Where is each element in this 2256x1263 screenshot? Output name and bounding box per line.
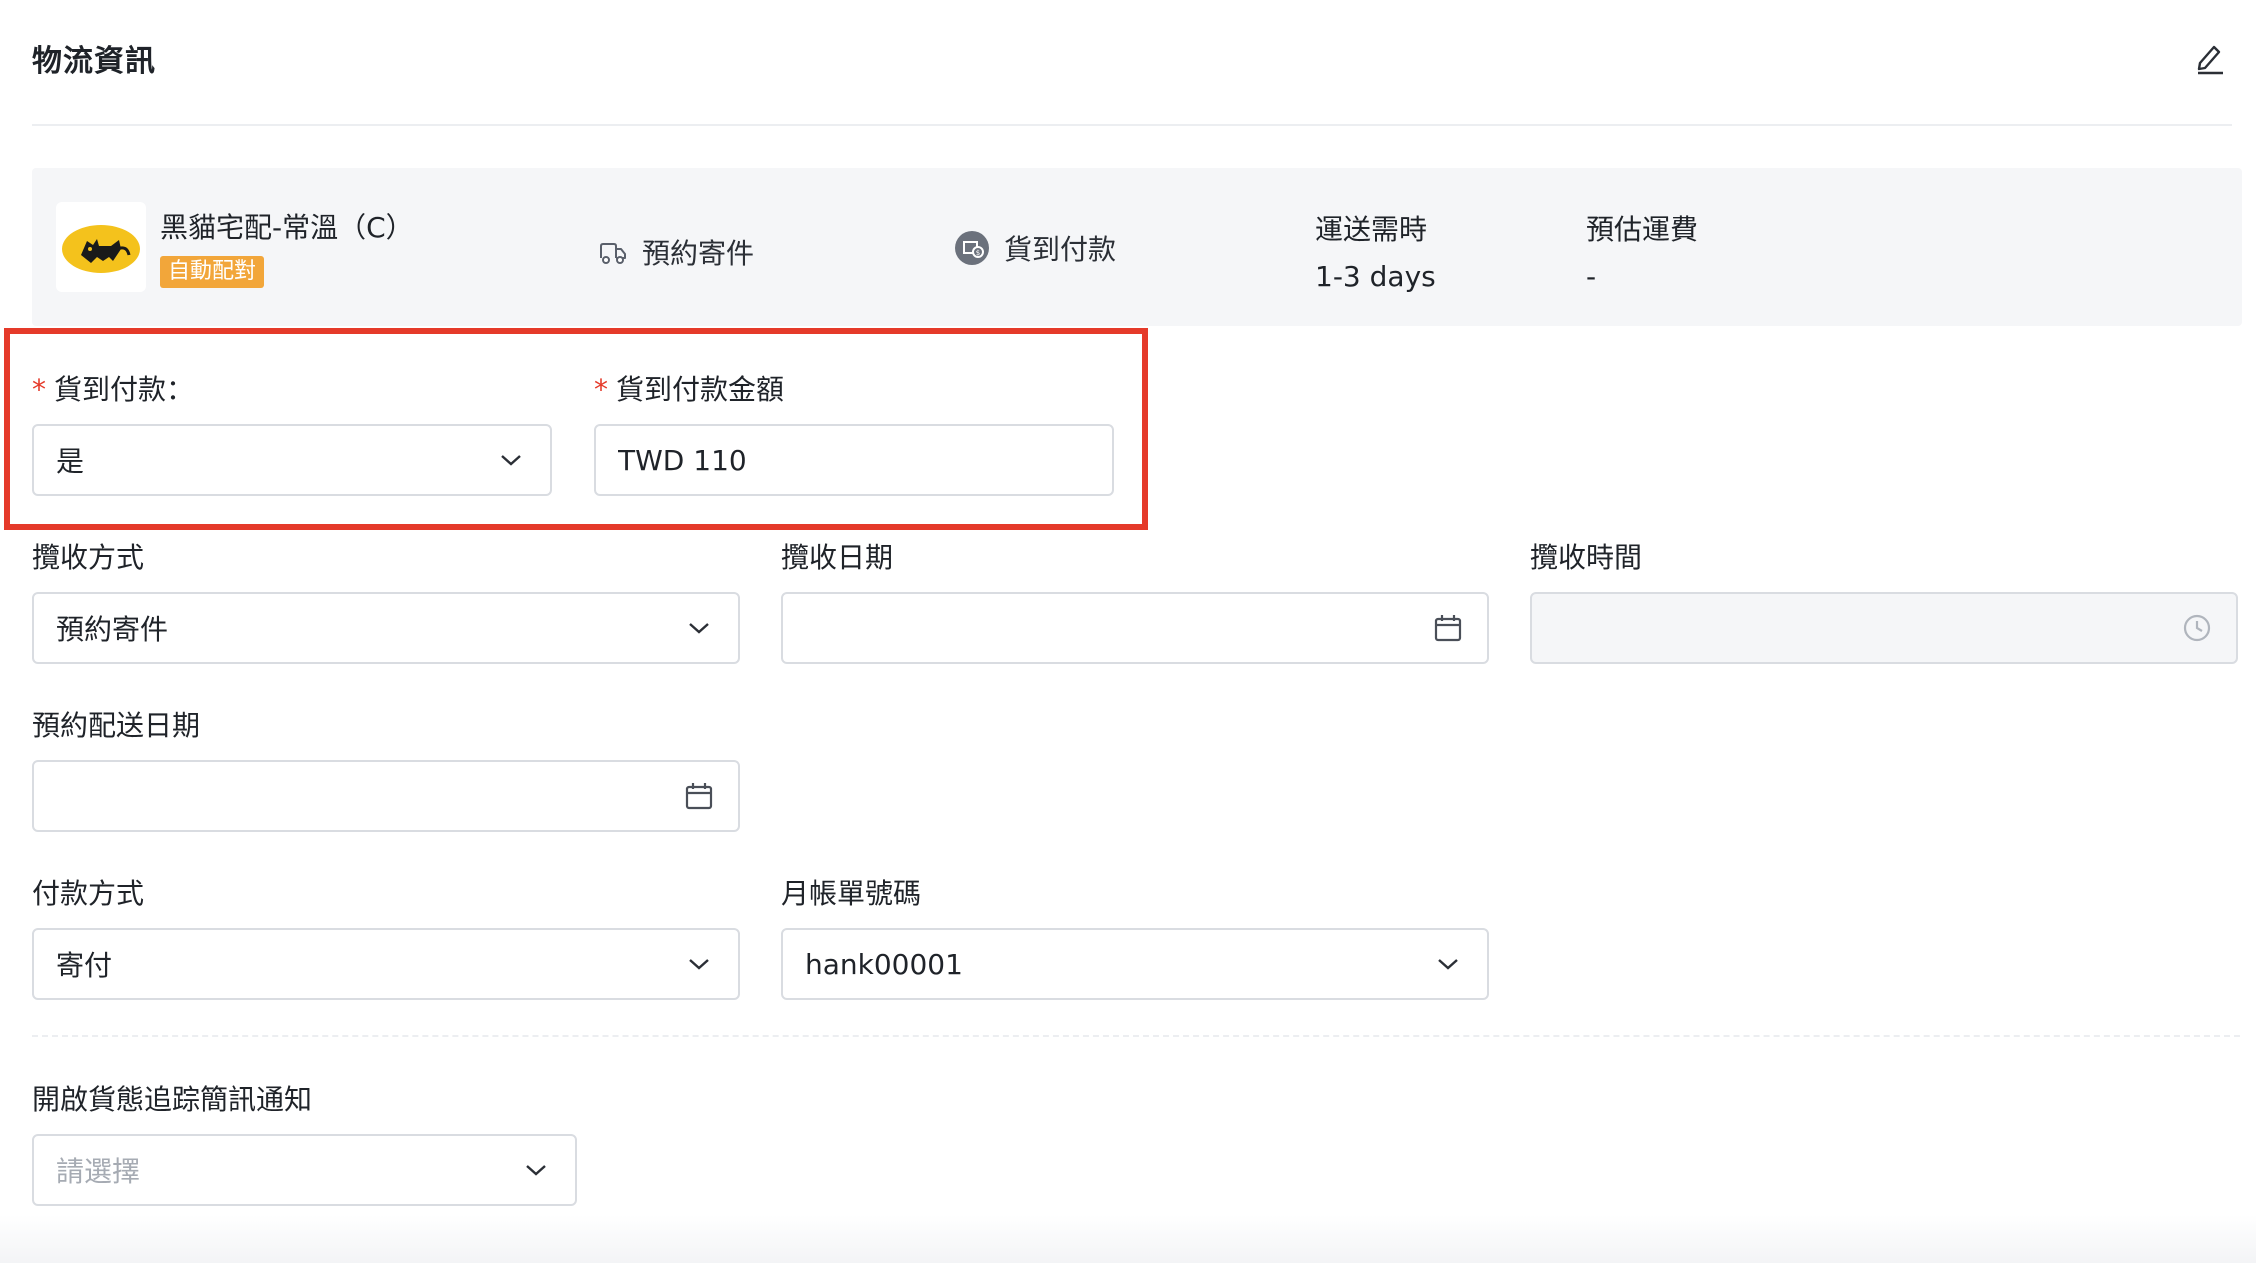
logistics-info-page: 物流資訊 黑貓宅配-常溫（C） 自動配對 預約寄件 $ 貨到付款 運送需時 1-…: [0, 0, 2256, 1263]
svg-text:$: $: [976, 249, 980, 257]
payment-text: 貨到付款: [1004, 233, 1117, 266]
monthly-account-label: 月帳單號碼: [781, 877, 922, 910]
cod-amount-label: * 貨到付款金額: [594, 373, 785, 406]
section-title: 物流資訊: [32, 44, 156, 79]
required-mark: *: [32, 373, 46, 406]
payment-info: $ 貨到付款: [954, 228, 1116, 268]
auto-match-badge: 自動配對: [160, 256, 265, 288]
pickup-method-select[interactable]: 預約寄件: [32, 592, 740, 664]
calendar-icon: [1431, 611, 1465, 645]
carrier-card: 黑貓宅配-常溫（C） 自動配對 預約寄件 $ 貨到付款 運送需時 1-3 day…: [32, 168, 2242, 326]
pickup-type-info: 預約寄件: [598, 232, 754, 272]
cod-amount-input[interactable]: TWD 110: [594, 424, 1114, 496]
cod-icon: $: [955, 231, 989, 265]
chevron-down-icon: [1431, 947, 1465, 981]
chevron-down-icon: [682, 947, 716, 981]
edit-button[interactable]: [2188, 36, 2232, 80]
cod-label: * 貨到付款：: [32, 373, 195, 406]
delivery-date-picker[interactable]: [32, 760, 740, 832]
delivery-time-info: 運送需時 1-3 days: [1315, 208, 1436, 293]
pickup-method-label: 攬收方式: [32, 541, 145, 574]
clock-icon: [2180, 611, 2214, 645]
fee-value: -: [1586, 260, 1597, 293]
section-divider: [32, 1035, 2240, 1037]
pickup-time-label: 攬收時間: [1530, 541, 1643, 574]
chevron-down-icon: [682, 611, 716, 645]
sms-notification-placeholder: 請選擇: [56, 1155, 141, 1188]
payment-method-value: 寄付: [56, 949, 113, 982]
cod-amount-value: TWD 110: [618, 443, 747, 477]
calendar-icon: [682, 779, 716, 813]
fee-label: 預估運費: [1586, 213, 1699, 246]
sms-notification-label: 開啟貨態追踪簡訊通知: [32, 1083, 313, 1116]
pickup-time-picker[interactable]: [1530, 592, 2238, 664]
pickup-type-text: 預約寄件: [642, 237, 755, 270]
payment-method-label: 付款方式: [32, 877, 145, 910]
section-header: 物流資訊: [32, 30, 2232, 126]
pickup-date-label: 攬收日期: [781, 541, 894, 574]
pickup-date-picker[interactable]: [781, 592, 1489, 664]
truck-icon: [600, 243, 626, 264]
chevron-down-icon: [519, 1153, 553, 1187]
required-mark: *: [594, 373, 608, 406]
delivery-date-label: 預約配送日期: [32, 709, 201, 742]
cod-select-value: 是: [56, 445, 85, 478]
sms-notification-select[interactable]: 請選擇: [32, 1134, 577, 1206]
edit-icon: [2197, 45, 2223, 75]
delivery-time-label: 運送需時: [1315, 213, 1428, 246]
cod-select[interactable]: 是: [32, 424, 552, 496]
delivery-time-value: 1-3 days: [1315, 260, 1436, 293]
bottom-fade: [0, 1215, 2256, 1263]
chevron-down-icon: [494, 443, 528, 477]
monthly-account-value: hank00001: [805, 947, 963, 981]
fee-info: 預估運費 -: [1586, 208, 1698, 293]
monthly-account-select[interactable]: hank00001: [781, 928, 1489, 1000]
carrier-name: 黑貓宅配-常溫（C）: [160, 211, 414, 244]
payment-method-select[interactable]: 寄付: [32, 928, 740, 1000]
pickup-method-value: 預約寄件: [56, 613, 169, 646]
black-cat-logo: [56, 202, 146, 292]
